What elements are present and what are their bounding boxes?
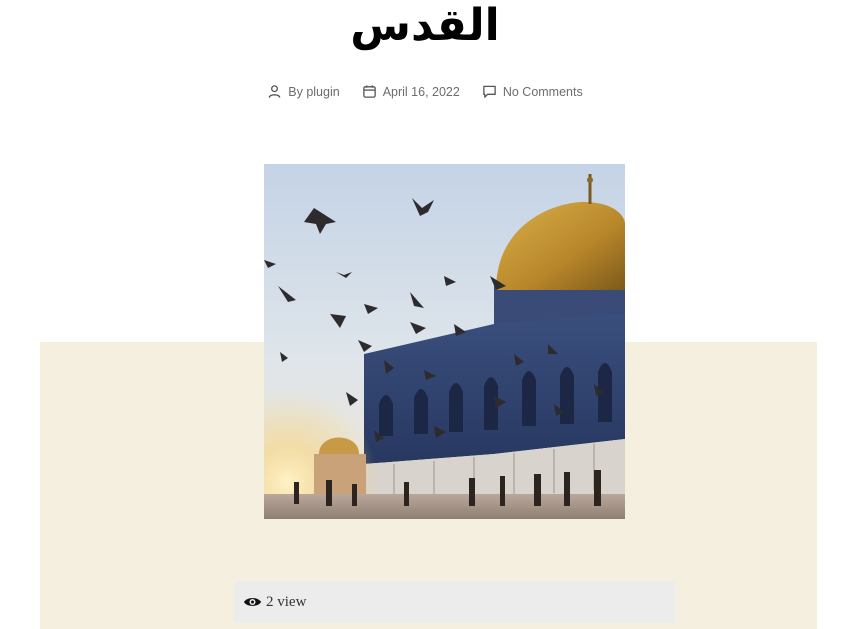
views-count-label: 2 view <box>266 593 307 610</box>
calendar-icon <box>362 85 376 98</box>
post-title: القدس <box>350 0 500 51</box>
featured-image <box>264 164 625 519</box>
post-views-counter: 2 view <box>234 581 675 623</box>
post-author: By plugin <box>267 84 340 99</box>
user-icon <box>268 85 281 98</box>
post-comments: No Comments <box>482 84 583 99</box>
eye-icon <box>243 598 262 606</box>
date-link[interactable]: April 16, 2022 <box>383 85 460 99</box>
comment-icon <box>483 85 496 98</box>
post-date: April 16, 2022 <box>362 84 460 99</box>
dome-of-the-rock-image <box>264 164 625 519</box>
author-link[interactable]: By plugin <box>288 85 339 99</box>
post-meta: By plugin April 16, 2022 No Comments <box>0 84 850 99</box>
comments-link[interactable]: No Comments <box>503 85 583 99</box>
post-page: القدس By plugin April 16, 2022 No Commen… <box>0 0 850 629</box>
